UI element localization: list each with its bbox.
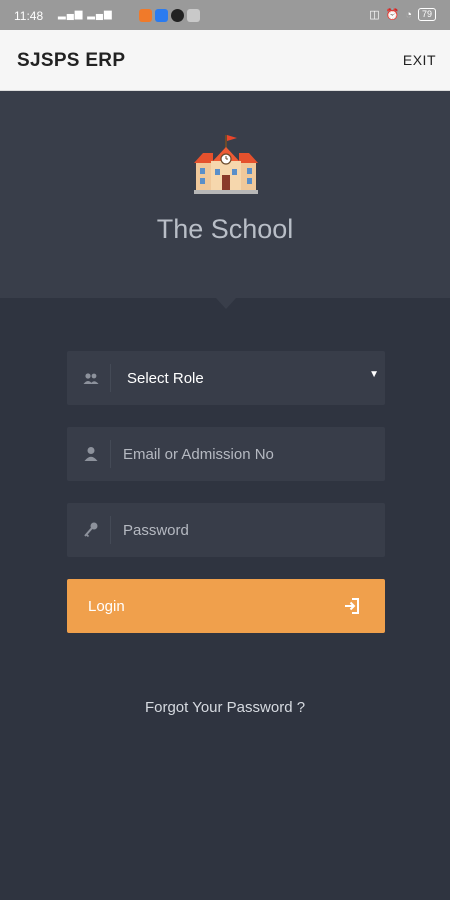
battery-icon: 79 bbox=[417, 8, 436, 21]
login-label: Login bbox=[88, 598, 125, 615]
chevron-down-icon: ▼ bbox=[369, 369, 379, 380]
status-right: ◫ ⏰ ◔ 79 bbox=[369, 8, 436, 21]
notification-app-icon bbox=[171, 9, 184, 22]
field-divider bbox=[110, 364, 111, 392]
field-divider bbox=[110, 440, 111, 468]
school-building-icon bbox=[194, 135, 258, 194]
status-time: 11:48 bbox=[14, 9, 44, 23]
app-title: SJSPS ERP bbox=[17, 50, 126, 71]
forgot-password-link[interactable]: Forgot Your Password ? bbox=[0, 699, 450, 716]
field-divider bbox=[110, 516, 111, 544]
notification-app-icon bbox=[187, 9, 200, 22]
users-icon bbox=[83, 373, 99, 384]
wifi-icon: ◔ bbox=[405, 8, 412, 21]
school-name: The School bbox=[156, 214, 294, 244]
sign-in-icon bbox=[345, 598, 359, 614]
email-field-container bbox=[67, 427, 385, 481]
app-bar: SJSPS ERP EXIT bbox=[0, 30, 450, 91]
status-bar: 11:48 ▂▄▆ ▂▄▆ ◫ ⏰ ◔ 79 bbox=[0, 0, 450, 30]
exit-button[interactable]: EXIT bbox=[403, 52, 436, 68]
role-select-value: Select Role bbox=[127, 370, 204, 387]
notification-app-icon bbox=[155, 9, 168, 22]
notification-icons bbox=[139, 9, 200, 22]
vibrate-icon: ◫ bbox=[369, 9, 380, 21]
login-button[interactable]: Login bbox=[67, 579, 385, 633]
header-pointer bbox=[216, 298, 236, 309]
notification-app-icon bbox=[139, 9, 152, 22]
user-icon bbox=[84, 447, 98, 461]
alarm-icon: ⏰ bbox=[385, 9, 400, 21]
email-field[interactable] bbox=[123, 427, 373, 481]
password-field-container bbox=[67, 503, 385, 557]
role-select[interactable]: Select Role ▼ bbox=[67, 351, 385, 405]
key-icon bbox=[84, 522, 98, 538]
signal-icons: ▂▄▆ ▂▄▆ bbox=[58, 9, 113, 20]
password-field[interactable] bbox=[123, 503, 373, 557]
